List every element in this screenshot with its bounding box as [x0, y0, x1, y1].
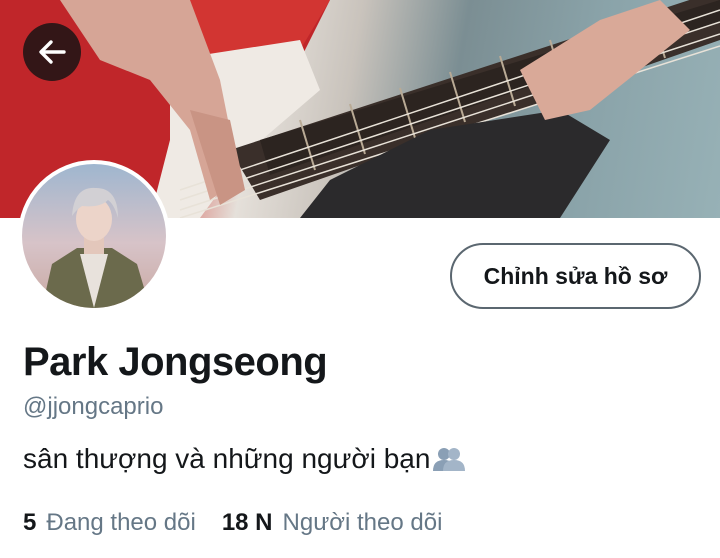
followers-label: Người theo dõi [282, 509, 443, 536]
avatar[interactable] [18, 160, 170, 312]
avatar-photo [22, 164, 166, 308]
edit-profile-button[interactable]: Chỉnh sửa hồ sơ [450, 243, 701, 309]
profile-handle: @jjongcaprio [23, 393, 164, 420]
back-button[interactable] [23, 23, 81, 81]
following-link[interactable]: 5 Đang theo dõi [23, 509, 196, 537]
followers-link[interactable]: 18 N Người theo dõi [222, 509, 443, 537]
followers-count: 18 N [221, 509, 273, 536]
profile-name: Park Jongseong [23, 340, 328, 384]
following-label: Đang theo dõi [46, 509, 196, 536]
bio-text: sân thượng và những người bạn [23, 443, 431, 474]
profile-stats: 5 Đang theo dõi 18 N Người theo dõi [23, 509, 442, 537]
profile-bio: sân thượng và những người bạn [23, 443, 466, 475]
busts-in-silhouette-icon [432, 446, 466, 472]
following-count: 5 [23, 509, 37, 536]
arrow-left-icon [39, 40, 66, 64]
